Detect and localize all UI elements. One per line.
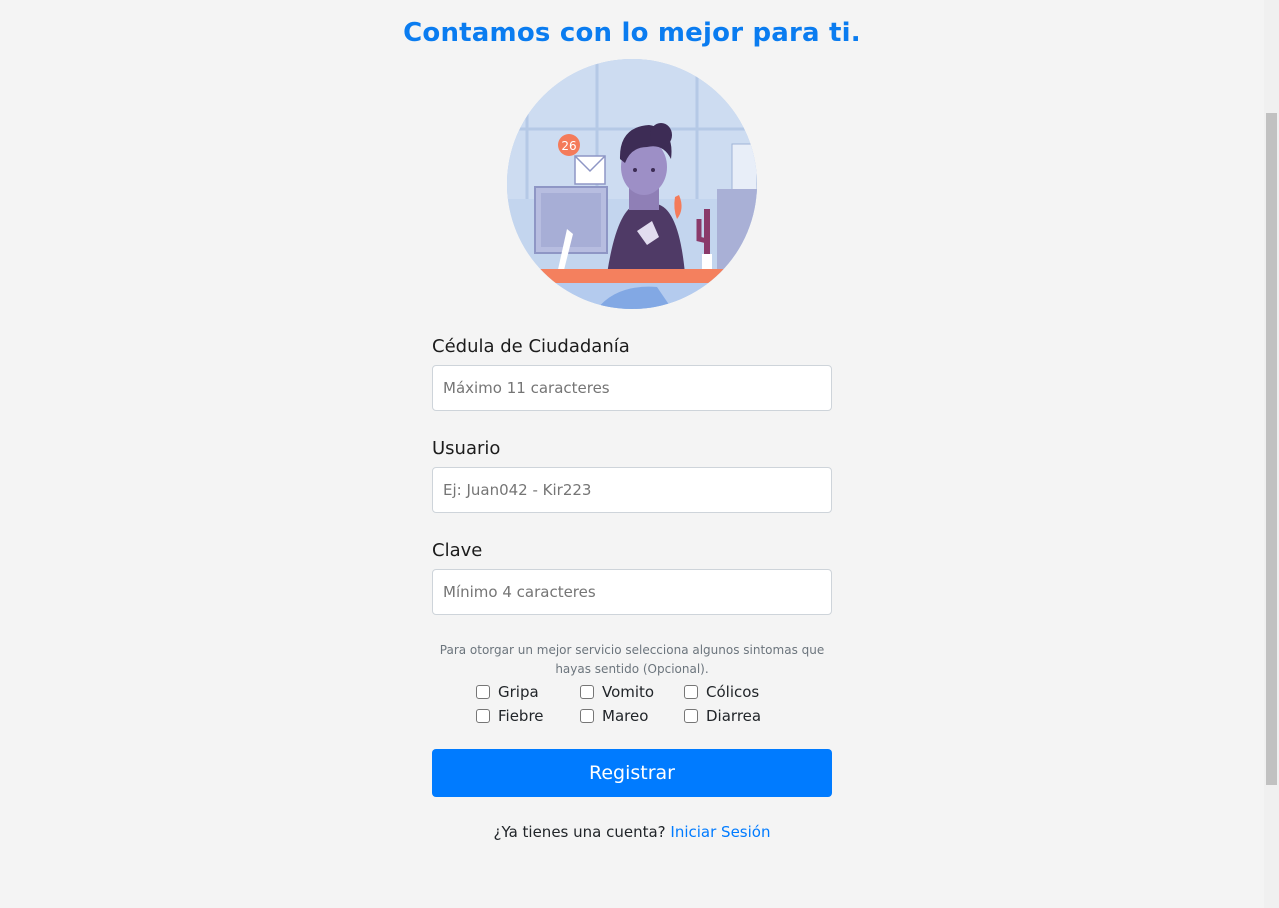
symptom-label: Vomito [602,683,655,701]
symptoms-checklist: Gripa Vomito Cólicos Fiebre Mareo Diarre… [432,680,832,728]
symptom-label: Fiebre [498,707,544,725]
scrollbar-thumb[interactable] [1266,113,1277,785]
symptom-fiebre[interactable]: Fiebre [476,707,580,725]
page-scrollbar[interactable] [1264,0,1279,908]
symptom-label: Cólicos [706,683,760,701]
checkbox[interactable] [684,709,698,723]
symptom-diarrea[interactable]: Diarrea [684,707,788,725]
login-link[interactable]: Iniciar Sesión [670,823,770,841]
illustration-avatar: 26 [507,59,757,309]
checkbox[interactable] [476,709,490,723]
symptom-label: Mareo [602,707,649,725]
sick-person-illustration: 26 [507,59,757,309]
notification-badge-count: 26 [561,139,576,153]
checkbox[interactable] [476,685,490,699]
clave-label: Clave [432,540,483,561]
symptom-gripa[interactable]: Gripa [476,683,580,701]
checkbox[interactable] [580,709,594,723]
usuario-label: Usuario [432,438,501,459]
register-button[interactable]: Registrar [432,749,832,797]
page-title: Contamos con lo mejor para ti. [403,18,861,48]
symptom-label: Diarrea [706,707,762,725]
login-prompt-text: ¿Ya tienes una cuenta? [493,823,666,841]
symptom-colicos[interactable]: Cólicos [684,683,788,701]
usuario-input[interactable] [432,467,832,513]
login-prompt: ¿Ya tienes una cuenta? Iniciar Sesión [0,823,1264,841]
cedula-input[interactable] [432,365,832,411]
checkbox[interactable] [580,685,594,699]
symptom-vomito[interactable]: Vomito [580,683,684,701]
symptoms-hint: Para otorgar un mejor servicio seleccion… [439,643,825,676]
symptom-label: Gripa [498,683,539,701]
symptom-mareo[interactable]: Mareo [580,707,684,725]
clave-input[interactable] [432,569,832,615]
checkbox[interactable] [684,685,698,699]
cedula-label: Cédula de Ciudadanía [432,336,630,357]
